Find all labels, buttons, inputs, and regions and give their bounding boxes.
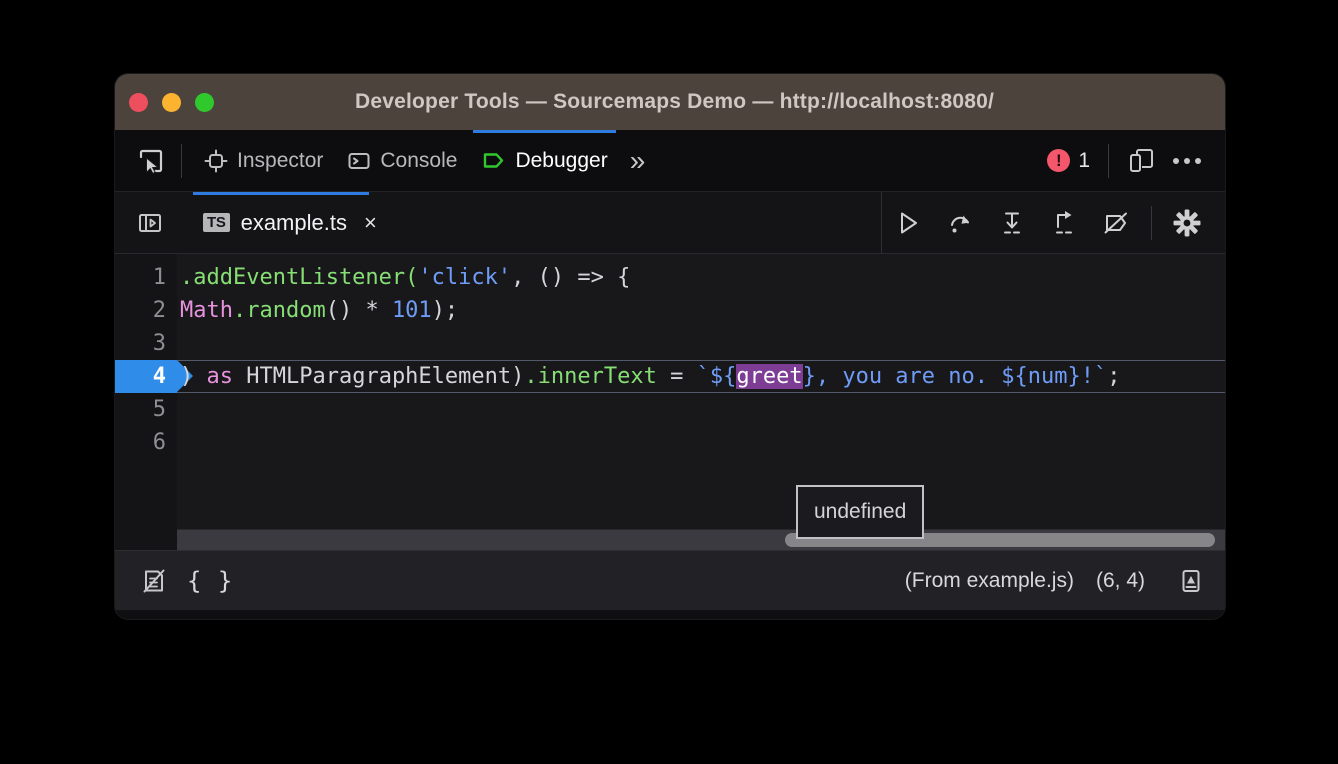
jump-to-source-button[interactable]: [1171, 561, 1211, 601]
more-options-button[interactable]: [1163, 158, 1211, 164]
toolbar-divider: [181, 144, 182, 178]
debugger-settings-button[interactable]: [1161, 192, 1213, 253]
code-token: 'click': [418, 265, 511, 290]
code-token: HTMLParagraphElement): [233, 364, 524, 389]
inspector-icon: [204, 149, 228, 173]
window-title: Developer Tools — Sourcemaps Demo — http…: [214, 90, 1135, 114]
code-line-3: [177, 327, 1225, 360]
step-in-down-arrow-icon: [997, 208, 1027, 238]
step-out-button[interactable]: [1038, 192, 1090, 253]
tab-console[interactable]: Console: [335, 130, 469, 191]
error-count-label: 1: [1078, 149, 1090, 173]
source-map-toggle-button[interactable]: [133, 560, 175, 602]
devtools-window: Developer Tools — Sourcemaps Demo — http…: [115, 74, 1225, 619]
meatball-menu-icon-dot-1: [1173, 158, 1179, 164]
window-titlebar: Developer Tools — Sourcemaps Demo — http…: [115, 74, 1225, 130]
jump-to-source-icon: [1178, 568, 1204, 594]
file-tab-example-ts[interactable]: TS example.ts ×: [193, 192, 387, 253]
deactivate-breakpoints-icon: [1101, 208, 1131, 238]
cursor-position-label: (6, 4): [1096, 569, 1145, 593]
tab-inspector-label: Inspector: [237, 149, 323, 173]
value-tooltip: undefined: [796, 485, 924, 539]
step-over-arc-icon: [945, 208, 975, 238]
deactivate-breakpoints-button[interactable]: [1090, 192, 1142, 253]
pretty-print-button[interactable]: { }: [175, 567, 245, 595]
code-token: );: [432, 298, 459, 323]
code-token: 101: [392, 298, 432, 323]
settings-gear-icon: [1172, 208, 1202, 238]
code-line-4: ) as HTMLParagraphElement).innerText = `…: [177, 360, 1225, 393]
debugger-controls-divider: [1151, 206, 1152, 240]
debugger-controls: [881, 192, 1225, 253]
typescript-badge-icon: TS: [203, 213, 230, 233]
code-token: `${: [697, 364, 737, 389]
code-token: ): [180, 364, 207, 389]
element-picker-button[interactable]: [131, 141, 171, 181]
code-token: , () => {: [511, 265, 630, 290]
line-number-gutter: 123456: [115, 254, 177, 550]
screenshot-root: Developer Tools — Sourcemaps Demo — http…: [0, 0, 1338, 764]
meatball-menu-icon-dot-2: [1184, 158, 1190, 164]
source-origin-label: (From example.js): [905, 569, 1074, 593]
code-line-5: [177, 393, 1225, 426]
line-number-5[interactable]: 5: [115, 393, 177, 426]
element-picker-icon: [137, 147, 165, 175]
highlighted-token[interactable]: greet: [736, 364, 802, 389]
toggle-source-panes-button[interactable]: [129, 202, 171, 244]
play-resume-icon: [893, 208, 923, 238]
source-tab-bar: TS example.ts ×: [115, 192, 1225, 254]
devtools-toolbar: Inspector Console Debugger: [115, 130, 1225, 192]
status-bar-right-group: (From example.js) (6, 4): [905, 561, 1211, 601]
code-token: Math: [180, 298, 233, 323]
editor-status-bar: { } (From example.js) (6, 4): [115, 550, 1225, 610]
minimize-button[interactable]: [162, 93, 181, 112]
responsive-design-mode-icon: [1128, 147, 1155, 174]
code-token: as: [207, 364, 234, 389]
responsive-design-mode-button[interactable]: [1121, 141, 1161, 181]
tab-debugger[interactable]: Debugger: [469, 130, 619, 191]
source-map-icon: [141, 568, 167, 594]
step-over-button[interactable]: [934, 192, 986, 253]
code-token: =: [657, 364, 697, 389]
toolbar-divider-right: [1108, 144, 1109, 178]
value-tooltip-text: undefined: [814, 500, 906, 523]
tab-console-label: Console: [380, 149, 457, 173]
line-number-1[interactable]: 1: [115, 261, 177, 294]
meatball-menu-icon-dot-3: [1195, 158, 1201, 164]
line-number-4[interactable]: 4: [115, 360, 177, 393]
resume-button[interactable]: [882, 192, 934, 253]
error-count-badge[interactable]: ! 1: [1041, 149, 1096, 173]
error-icon: !: [1047, 149, 1070, 172]
tab-inspector[interactable]: Inspector: [192, 130, 335, 191]
maximize-button[interactable]: [195, 93, 214, 112]
step-in-button[interactable]: [986, 192, 1038, 253]
line-number-2[interactable]: 2: [115, 294, 177, 327]
step-out-up-right-arrow-icon: [1049, 208, 1079, 238]
code-token: () *: [326, 298, 392, 323]
code-token: .random: [233, 298, 326, 323]
code-area[interactable]: .addEventListener('click', () => {Math.r…: [177, 254, 1225, 550]
debugger-icon: [481, 148, 506, 173]
tab-debugger-label: Debugger: [515, 149, 607, 173]
toolbar-right-group: ! 1: [1041, 141, 1211, 181]
code-line-6: [177, 426, 1225, 459]
line-number-6[interactable]: 6: [115, 426, 177, 459]
code-token: ;: [1107, 364, 1120, 389]
more-tabs-chevron-icon[interactable]: »: [620, 147, 652, 175]
code-line-2: Math.random() * 101);: [177, 294, 1225, 327]
traffic-light-group: [129, 93, 214, 112]
console-icon: [347, 149, 371, 173]
file-tab-label: example.ts: [241, 210, 347, 236]
code-token: }, you are no. ${num}!`: [803, 364, 1108, 389]
code-token: .innerText: [524, 364, 656, 389]
horizontal-scrollbar[interactable]: [177, 529, 1225, 550]
source-editor: 123456 .addEventListener('click', () => …: [115, 254, 1225, 550]
toggle-source-panes-icon: [137, 210, 163, 236]
code-token: .addEventListener(: [180, 265, 418, 290]
close-file-tab-icon[interactable]: ×: [364, 212, 377, 234]
code-line-1: .addEventListener('click', () => {: [177, 261, 1225, 294]
line-number-3[interactable]: 3: [115, 327, 177, 360]
close-button[interactable]: [129, 93, 148, 112]
